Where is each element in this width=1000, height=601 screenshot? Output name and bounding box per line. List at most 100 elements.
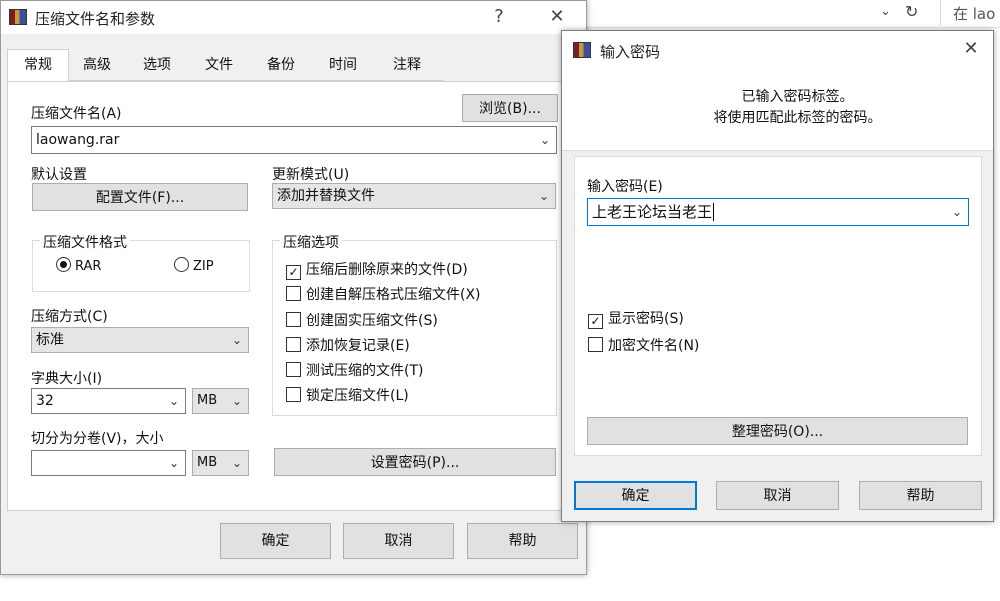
chevron-down-icon: ⌄: [231, 333, 242, 347]
password-help-button[interactable]: 帮助: [859, 481, 982, 510]
tab-files[interactable]: 文件: [191, 50, 247, 81]
split-unit-value: MB: [197, 455, 218, 470]
checkbox-empty-icon: [286, 387, 301, 402]
archive-name-value: laowang.rar: [36, 132, 120, 148]
winrar-logo-icon: [573, 42, 591, 58]
password-info-line2: 将使用匹配此标签的密码。: [713, 110, 882, 126]
dict-size-value: 32: [36, 393, 54, 409]
chevron-down-icon: ⌄: [231, 456, 242, 470]
format-zip-label: ZIP: [193, 259, 214, 274]
tab-comment[interactable]: 注释: [377, 50, 437, 81]
option-label: 压缩后删除原来的文件(D): [306, 262, 468, 278]
show-password-label: 显示密码(S): [608, 311, 684, 327]
radio-selected-icon: [56, 257, 71, 272]
method-value: 标准: [36, 332, 64, 348]
option-label: 创建自解压格式压缩文件(X): [306, 287, 481, 303]
password-cancel-button[interactable]: 取消: [716, 481, 839, 510]
format-rar-radio[interactable]: RAR: [56, 257, 101, 274]
chevron-down-icon: ⌄: [231, 394, 242, 408]
split-unit-select[interactable]: MB ⌄: [192, 450, 249, 476]
format-group-label: 压缩文件格式: [40, 232, 130, 252]
chevron-down-icon[interactable]: ⌄: [952, 199, 962, 225]
dict-unit-select[interactable]: MB ⌄: [192, 388, 249, 414]
password-info-line1: 已输入密码标签。: [741, 89, 854, 105]
password-titlebar: 输入密码 ✕: [562, 31, 993, 69]
checkbox-empty-icon: [286, 362, 301, 377]
browse-button[interactable]: 浏览(B)...: [462, 94, 558, 122]
checkbox-empty-icon: [286, 312, 301, 327]
winrar-logo-icon: [9, 9, 27, 25]
tab-general[interactable]: 常规: [7, 49, 69, 82]
dict-label: 字典大小(I): [31, 371, 103, 387]
radio-empty-icon: [174, 257, 189, 272]
password-ok-button[interactable]: 确定: [574, 481, 697, 510]
option-sfx[interactable]: 创建自解压格式压缩文件(X): [286, 284, 481, 304]
dict-size-input[interactable]: 32 ⌄: [31, 388, 186, 414]
checkbox-checked-icon: ✓: [286, 265, 301, 280]
format-zip-radio[interactable]: ZIP: [174, 257, 214, 274]
organize-passwords-button[interactable]: 整理密码(O)...: [587, 417, 968, 445]
method-label: 压缩方式(C): [31, 309, 108, 325]
option-label: 测试压缩的文件(T): [306, 363, 424, 379]
checkbox-empty-icon: [588, 337, 603, 352]
main-help-button[interactable]: 帮助: [467, 523, 578, 559]
checkbox-checked-icon: ✓: [588, 314, 603, 329]
main-ok-button[interactable]: 确定: [220, 523, 331, 559]
method-select[interactable]: 标准 ⌄: [31, 327, 249, 353]
split-label: 切分为分卷(V)，大小: [31, 431, 164, 447]
option-delete-after[interactable]: ✓ 压缩后删除原来的文件(D): [286, 259, 468, 280]
dict-unit-value: MB: [197, 393, 218, 408]
chevron-down-icon[interactable]: ⌄: [169, 389, 179, 413]
option-test[interactable]: 测试压缩的文件(T): [286, 360, 423, 380]
password-dialog: 输入密码 ✕ 已输入密码标签。 将使用匹配此标签的密码。 输入密码(E) 上老王…: [561, 30, 994, 522]
close-icon[interactable]: ✕: [960, 38, 982, 59]
update-mode-select[interactable]: 添加并替换文件 ⌄: [272, 183, 556, 209]
archive-options-window: 压缩文件名和参数 ? ✕ 常规 高级 选项 文件 备份 时间 注释 压缩文件名(…: [0, 0, 587, 575]
option-label: 创建固实压缩文件(S): [306, 313, 438, 329]
search-box-text: 在 lao: [953, 5, 996, 23]
default-settings-label: 默认设置: [31, 167, 87, 183]
option-label: 添加恢复记录(E): [306, 338, 410, 354]
password-info-area: 已输入密码标签。 将使用匹配此标签的密码。: [562, 69, 993, 151]
text-caret: [713, 203, 715, 221]
general-tab-panel: 压缩文件名(A) 浏览(B)... laowang.rar ⌄ 默认设置 配置文…: [7, 81, 581, 511]
update-mode-label: 更新模式(U): [272, 167, 350, 183]
password-input[interactable]: 上老王论坛当老王 ⌄: [587, 198, 969, 226]
address-dropdown-chevron-icon[interactable]: ⌄: [880, 4, 891, 19]
split-size-input[interactable]: ⌄: [31, 450, 186, 476]
encrypt-filenames-checkbox[interactable]: 加密文件名(N): [588, 335, 699, 355]
main-window-title: 压缩文件名和参数: [35, 10, 156, 28]
chevron-down-icon: ⌄: [538, 189, 549, 203]
explorer-topbar: [586, 0, 1000, 28]
archive-name-input[interactable]: laowang.rar ⌄: [31, 126, 557, 154]
password-value: 上老王论坛当老王: [592, 203, 713, 221]
main-titlebar: 压缩文件名和参数 ? ✕: [1, 1, 586, 34]
option-label: 锁定压缩文件(L): [306, 388, 409, 404]
format-rar-label: RAR: [75, 259, 102, 274]
enter-password-label: 输入密码(E): [587, 179, 663, 195]
main-cancel-button[interactable]: 取消: [343, 523, 454, 559]
close-icon[interactable]: ✕: [546, 6, 568, 27]
tab-backup[interactable]: 备份: [253, 50, 309, 81]
chevron-down-icon[interactable]: ⌄: [540, 127, 550, 153]
checkbox-empty-icon: [286, 337, 301, 352]
tab-time[interactable]: 时间: [315, 50, 371, 81]
checkbox-empty-icon: [286, 286, 301, 301]
options-group-label: 压缩选项: [280, 232, 342, 252]
search-box[interactable]: 在 lao: [940, 0, 1000, 26]
option-recovery[interactable]: 添加恢复记录(E): [286, 335, 410, 355]
show-password-checkbox[interactable]: ✓ 显示密码(S): [588, 308, 684, 329]
option-solid[interactable]: 创建固实压缩文件(S): [286, 310, 438, 330]
profiles-button[interactable]: 配置文件(F)...: [32, 183, 248, 211]
tab-advanced[interactable]: 高级: [69, 50, 125, 81]
tab-options[interactable]: 选项: [129, 50, 185, 81]
password-dialog-title: 输入密码: [600, 43, 661, 61]
set-password-button[interactable]: 设置密码(P)...: [274, 448, 556, 476]
update-mode-value: 添加并替换文件: [277, 188, 375, 204]
refresh-icon[interactable]: ↻: [905, 2, 918, 21]
chevron-down-icon[interactable]: ⌄: [169, 451, 179, 475]
encrypt-filenames-label: 加密文件名(N): [608, 338, 700, 354]
option-lock[interactable]: 锁定压缩文件(L): [286, 385, 409, 405]
help-icon[interactable]: ?: [489, 6, 509, 27]
archive-name-label: 压缩文件名(A): [31, 106, 122, 122]
